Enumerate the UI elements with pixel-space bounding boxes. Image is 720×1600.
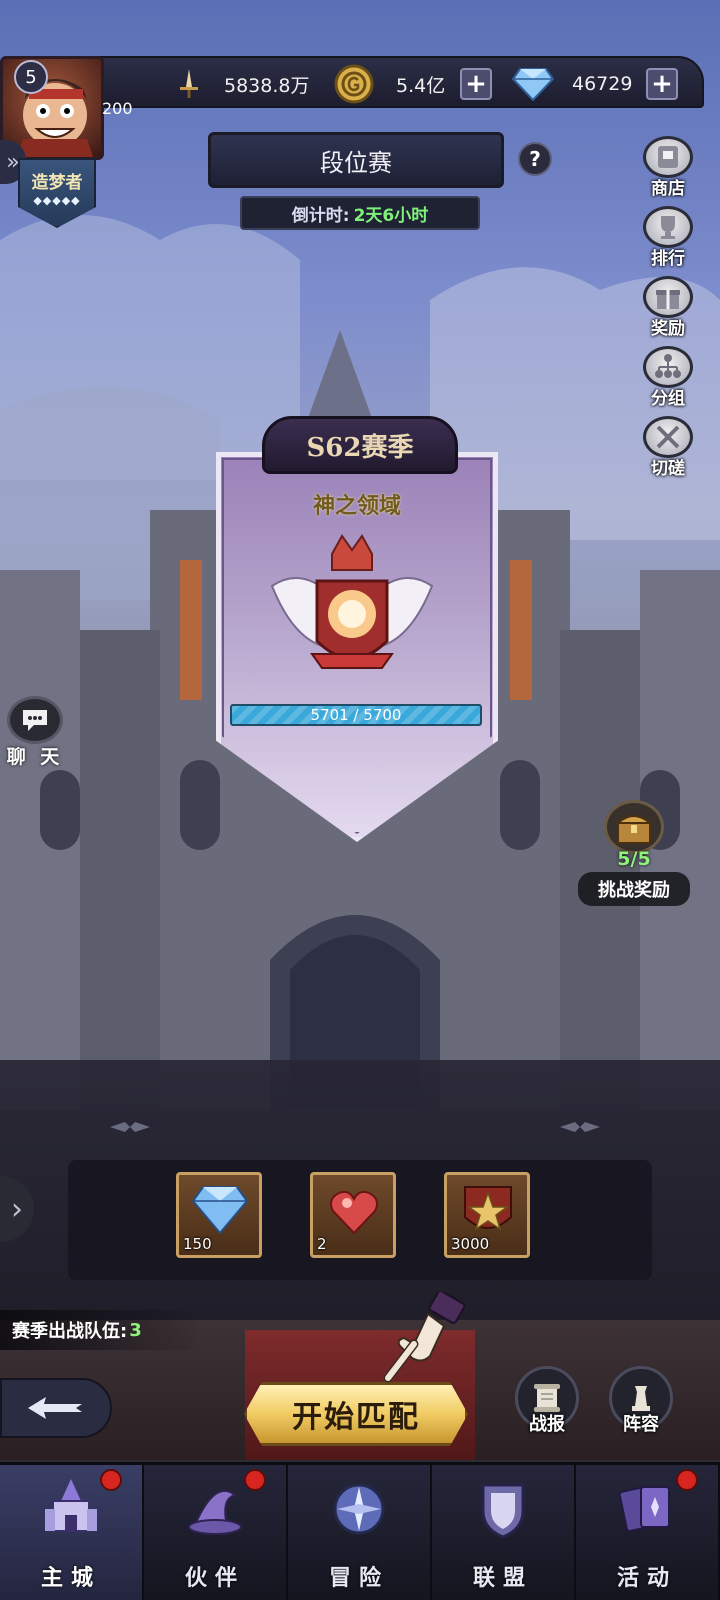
battle-report-button[interactable]: 战报 <box>512 1366 582 1442</box>
tab-alliance[interactable]: 联盟 <box>432 1465 576 1600</box>
pointing-hand-icon <box>383 1292 466 1383</box>
add-diamond-button[interactable]: + <box>646 68 678 100</box>
add-gold-button[interactable]: + <box>460 68 492 100</box>
bottom-navigation: 主城 伙伴 冒险 联盟 活动 <box>0 1462 720 1600</box>
group-icon <box>655 354 681 378</box>
back-button[interactable] <box>0 1378 112 1438</box>
team-count-label: 赛季出战队伍: <box>12 1321 128 1342</box>
diamond-icon <box>512 68 554 101</box>
reward-qty: 2 <box>317 1235 327 1253</box>
challenge-reward-button[interactable]: 5/5 挑战奖励 <box>578 800 690 910</box>
spar-button[interactable]: 切磋 <box>638 416 698 480</box>
reward-item-diamond[interactable]: 150 <box>176 1172 262 1258</box>
reward-qty: 150 <box>183 1235 212 1253</box>
back-arrow-icon <box>28 1397 82 1419</box>
player-level-badge: 5 <box>14 60 48 94</box>
gold-resource: 5.4亿 + <box>334 64 492 104</box>
team-count-value: 3 <box>129 1319 142 1341</box>
castle-icon <box>45 1479 97 1532</box>
sword-icon <box>180 69 198 98</box>
combat-power-resource: 5838.8万 <box>172 66 309 102</box>
gold-value: 5.4亿 <box>396 74 446 97</box>
rank-emblem-icon <box>270 534 434 669</box>
treasure-chest-icon <box>615 815 653 844</box>
heart-potion-icon <box>330 1190 378 1235</box>
chat-bubble-icon <box>23 710 47 731</box>
compass-icon <box>333 1483 385 1535</box>
diamond-value: 46729 <box>572 73 633 95</box>
rewards-button[interactable]: 奖励 <box>638 276 698 340</box>
resource-bar: 5838.8万 5.4亿 + 46729 + <box>50 56 704 108</box>
cards-icon <box>618 1486 670 1532</box>
chat-button[interactable]: 聊 天 <box>4 696 66 768</box>
player-power-value: 200 <box>102 99 133 118</box>
help-button[interactable]: ? <box>518 142 552 176</box>
diamond-resource: 46729 + <box>512 66 678 102</box>
wizard-hat-icon <box>188 1489 242 1535</box>
shop-button[interactable]: 商店 <box>638 136 698 200</box>
shield-icon <box>481 1483 525 1539</box>
rank-name: 神之领域 <box>312 494 401 519</box>
tab-adventure[interactable]: 冒险 <box>288 1465 432 1600</box>
ranking-button[interactable]: 排行 <box>638 206 698 270</box>
lineup-button[interactable]: 阵容 <box>606 1366 676 1442</box>
diamond-icon <box>191 1186 249 1235</box>
star-medal-icon <box>464 1186 512 1231</box>
gift-icon <box>656 290 680 309</box>
shop-icon <box>658 146 678 168</box>
notification-badge <box>244 1469 266 1491</box>
title-stars-icon: ◆◆◆◆◆ <box>33 194 81 207</box>
page-title: 段位赛 <box>208 132 504 188</box>
season-team-count: 赛季出战队伍: 3 <box>0 1310 200 1350</box>
tab-events[interactable]: 活动 <box>576 1465 720 1600</box>
countdown-value: 2天6小时 <box>353 205 429 226</box>
combat-power-value: 5838.8万 <box>224 74 310 97</box>
gold-coin-icon <box>334 64 374 104</box>
notification-badge <box>100 1469 122 1491</box>
season-name: S62赛季 <box>262 416 458 474</box>
trophy-icon <box>661 216 675 239</box>
season-countdown: 倒计时: 2天6小时 <box>240 196 480 230</box>
tab-main-city[interactable]: 主城 <box>0 1465 144 1600</box>
challenge-reward-label: 挑战奖励 <box>578 872 690 906</box>
countdown-label: 倒计时: <box>291 205 350 226</box>
challenge-reward-count: 5/5 <box>617 848 651 870</box>
reward-qty: 3000 <box>451 1235 490 1253</box>
rank-progress-bar: 5701 / 5700 <box>230 704 482 726</box>
tab-partners[interactable]: 伙伴 <box>144 1465 288 1600</box>
notification-badge <box>676 1469 698 1491</box>
groups-button[interactable]: 分组 <box>638 346 698 410</box>
reward-item-star-medal[interactable]: 3000 <box>444 1172 530 1258</box>
reward-item-heart-potion[interactable]: 2 <box>310 1172 396 1258</box>
start-match-button[interactable]: 开始匹配 <box>244 1382 468 1446</box>
swords-icon <box>656 425 680 449</box>
player-title: 造梦者 <box>31 173 83 193</box>
